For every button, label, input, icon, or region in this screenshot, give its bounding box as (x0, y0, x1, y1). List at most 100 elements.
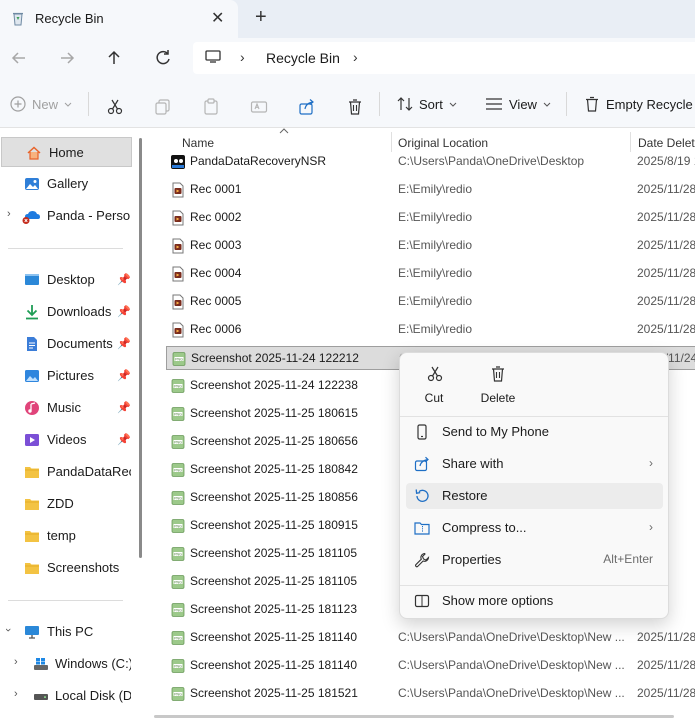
pin-icon[interactable]: 📌 (117, 369, 131, 382)
audio-file-icon (172, 322, 184, 338)
sidebar-item-music[interactable]: Music 📌 (0, 393, 131, 423)
date-deleted: 2025/8/19 1 (637, 154, 695, 168)
delete-button[interactable]: Delete (466, 365, 530, 407)
horizontal-scrollbar[interactable] (154, 715, 674, 718)
arrow-up-icon[interactable] (104, 48, 124, 68)
gallery-icon (25, 178, 39, 190)
table-row[interactable]: Rec 0006 E:\Emily\redio 2025/11/28 (166, 318, 695, 342)
menu-item-compress-to[interactable]: Compress to... › (406, 515, 663, 541)
sidebar-item-onedrive[interactable]: › Panda - Personal (0, 201, 131, 231)
table-row[interactable]: Rec 0004 E:\Emily\redio 2025/11/28 (166, 262, 695, 286)
sidebar-item-label: ZDD (47, 496, 74, 511)
sort-button[interactable]: Sort (397, 94, 457, 114)
address-bar[interactable]: › Recycle Bin › (193, 42, 695, 74)
table-row[interactable]: Rec 0003 E:\Emily\redio 2025/11/28 (166, 234, 695, 258)
copy-icon[interactable] (154, 98, 172, 116)
column-separator[interactable] (630, 132, 631, 152)
menu-divider (400, 416, 668, 417)
sidebar-item-gallery[interactable]: Gallery (0, 169, 131, 199)
sidebar-scrollbar[interactable] (139, 138, 142, 558)
folder-icon (25, 531, 39, 542)
sidebar-item-desktop[interactable]: Desktop 📌 (0, 265, 131, 295)
svg-text:PNG: PNG (174, 692, 182, 696)
folder-icon (25, 499, 39, 510)
sidebar-item-label: Gallery (47, 176, 89, 191)
menu-item-properties[interactable]: Properties Alt+Enter (406, 547, 663, 573)
pin-icon[interactable]: 📌 (117, 273, 131, 286)
new-tab-button[interactable]: + (255, 6, 267, 29)
folder-icon (25, 467, 39, 478)
png-file-icon: PNG (171, 435, 185, 449)
sidebar-item-temp[interactable]: temp (0, 521, 131, 551)
svg-text:PNG: PNG (174, 440, 182, 444)
sidebar-item-videos[interactable]: Videos 📌 (0, 425, 131, 455)
breadcrumb-separator[interactable]: › (353, 49, 358, 65)
shortcut-label: Alt+Enter (603, 552, 653, 566)
pin-icon[interactable]: 📌 (117, 401, 131, 414)
close-tab-icon[interactable]: ✕ (211, 8, 224, 28)
scissors-icon[interactable] (106, 98, 124, 116)
trash-icon[interactable] (346, 98, 364, 116)
chevron-down-icon[interactable]: › (2, 628, 14, 632)
pin-icon[interactable]: 📌 (117, 433, 131, 446)
cut-label: Cut (424, 391, 444, 405)
menu-item-send-to-my-phone[interactable]: Send to My Phone (406, 419, 663, 445)
sidebar-item-downloads[interactable]: Downloads 📌 (0, 297, 131, 327)
arrow-right-icon[interactable] (57, 48, 77, 68)
original-location: C:\Users\Panda\OneDrive\Desktop\New ... (398, 658, 625, 672)
cut-button[interactable]: Cut (402, 365, 466, 407)
sidebar-item-home[interactable]: Home (1, 137, 132, 167)
column-header-name[interactable]: Name (182, 136, 214, 150)
empty-recycle-bin-button[interactable]: Empty Recycle Bin (584, 94, 695, 114)
pin-icon[interactable]: 📌 (117, 305, 131, 318)
chevron-right-icon[interactable]: › (14, 688, 18, 700)
menu-item-share-with[interactable]: Share with › (406, 451, 663, 477)
sidebar-item-this-pc[interactable]: › This PC (0, 617, 131, 647)
sidebar-item-label: Windows (C:) (55, 656, 131, 671)
share-icon[interactable] (298, 98, 316, 116)
navigation-bar: › Recycle Bin › (0, 38, 695, 78)
sidebar-item-zdd[interactable]: ZDD (0, 489, 131, 519)
breadcrumb-separator[interactable]: › (240, 49, 245, 65)
chevron-right-icon[interactable]: › (14, 656, 18, 668)
tab-recycle-bin[interactable]: Recycle Bin ✕ (0, 0, 238, 38)
sidebar-item-windows-c[interactable]: › Windows (C:) (0, 649, 131, 679)
arrow-left-icon[interactable] (9, 48, 29, 68)
menu-item-restore[interactable]: Restore (406, 483, 663, 509)
new-button[interactable]: New (10, 94, 72, 114)
png-file-icon: PNG (171, 659, 185, 673)
sidebar-item-local-disk-d[interactable]: › Local Disk (D:) (0, 681, 131, 711)
sidebar-item-documents[interactable]: Documents 📌 (0, 329, 131, 359)
column-separator[interactable] (391, 132, 392, 152)
view-button[interactable]: View (485, 94, 551, 114)
more-options-icon (414, 594, 430, 608)
sidebar-item-screenshots[interactable]: Screenshots (0, 553, 131, 583)
rename-icon[interactable] (250, 98, 268, 116)
chevron-right-icon[interactable]: › (7, 208, 11, 220)
svg-text:PNG: PNG (174, 580, 182, 584)
menu-item-show-more-options[interactable]: Show more options (406, 588, 663, 614)
sidebar-item-pictures[interactable]: Pictures 📌 (0, 361, 131, 391)
table-row[interactable]: Rec 0002 E:\Emily\redio 2025/11/28 (166, 206, 695, 230)
file-name: Screenshot 2025-11-25 181521 (190, 686, 358, 700)
breadcrumb-recycle-bin[interactable]: Recycle Bin (266, 50, 340, 66)
svg-text:PNG: PNG (174, 384, 182, 388)
table-row[interactable]: PNG Screenshot 2025-11-25 181140 C:\Users\… (166, 654, 695, 678)
menu-item-label: Show more options (442, 593, 554, 608)
sidebar-item-label: Downloads (47, 304, 112, 319)
table-row[interactable]: Rec 0005 E:\Emily\redio 2025/11/28 (166, 290, 695, 314)
table-row[interactable]: PNG Screenshot 2025-11-25 181140 C:\Users\… (166, 626, 695, 650)
table-row[interactable]: Rec 0001 E:\Emily\redio 2025/11/28 (166, 178, 695, 202)
original-location: E:\Emily\redio (398, 238, 473, 252)
restore-icon (415, 489, 429, 502)
delete-label: Delete (480, 391, 516, 405)
sidebar-item-pandadatarecovery[interactable]: PandaDataRecovery (0, 457, 131, 487)
column-header-original-location[interactable]: Original Location (398, 136, 488, 150)
column-header-date-deleted[interactable]: Date Deleted (638, 136, 695, 150)
table-row[interactable]: PandaDataRecoveryNSR C:\Users\Panda\OneDr… (166, 150, 695, 174)
png-file-icon: PNG (171, 379, 185, 393)
table-row[interactable]: PNG Screenshot 2025-11-25 181521 C:\Users\… (166, 682, 695, 706)
paste-icon[interactable] (202, 98, 220, 116)
refresh-icon[interactable] (153, 48, 173, 68)
pin-icon[interactable]: 📌 (117, 337, 131, 350)
